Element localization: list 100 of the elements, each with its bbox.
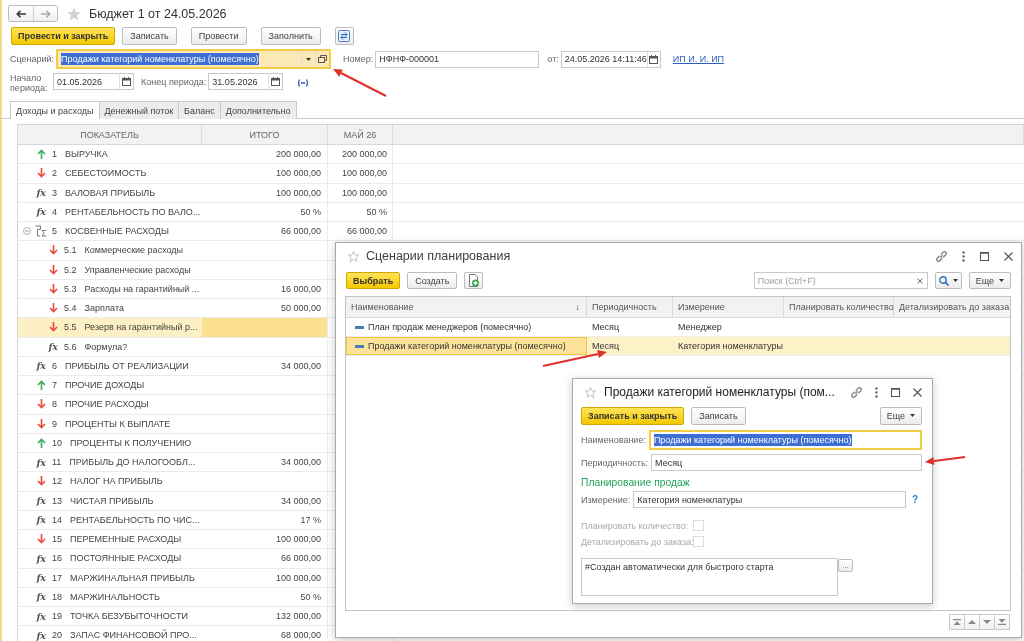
icon-button[interactable]	[334, 27, 354, 45]
date-field[interactable]: 24.05.2026 14:11:46	[560, 50, 661, 68]
table-cell: 34 000,00	[202, 356, 328, 375]
table-cell[interactable]: fx 11 ПРИБЫЛЬ ДО НАЛОГООБЛ...	[18, 453, 202, 472]
toolbar-button[interactable]: Создать	[407, 272, 458, 289]
table-cell[interactable]: fx 19 ТОЧКА БЕЗУБЫТОЧНОСТИ	[18, 607, 202, 626]
table-cell[interactable]: 5.5 Резерв на гарантийный р...	[18, 318, 202, 337]
table-cell[interactable]: 5.4 Зарплата	[18, 299, 202, 318]
column-header[interactable]: ПОКАЗАТЕЛЬ	[18, 125, 202, 144]
table-cell[interactable]: 12 НАЛОГ НА ПРИБЫЛЬ	[18, 472, 202, 491]
column-header[interactable]: Детализировать до заказа	[894, 297, 1016, 317]
star-icon[interactable]	[348, 250, 359, 262]
primary-button[interactable]: Выбрать	[346, 272, 401, 289]
author-link[interactable]: ИП И. И. ИП	[672, 54, 725, 64]
table-cell[interactable]: 9 ПРОЦЕНТЫ К ВЫПЛАТЕ	[18, 414, 202, 433]
table-cell[interactable]: 5 КОСВЕННЫЕ РАСХОДЫ	[18, 222, 202, 241]
column-header[interactable]: Наименование ↓	[346, 297, 587, 317]
table-cell[interactable]: fx 18 МАРЖИНАЛЬНОСТЬ	[18, 587, 202, 606]
maximize-icon[interactable]	[980, 251, 989, 261]
back-button[interactable]	[9, 6, 33, 21]
checkbox-label: Детализировать до заказа:	[581, 536, 691, 547]
row-number: 5.6	[64, 341, 77, 352]
number-field[interactable]: НФНФ-000001	[375, 50, 540, 68]
caret-down-icon[interactable]	[306, 57, 312, 61]
toolbar-button[interactable]: Провести	[190, 27, 247, 45]
date-field[interactable]: 01.05.2026	[53, 73, 134, 90]
table-cell[interactable]: 1 ВЫРУЧКА	[18, 145, 202, 164]
open-window-icon[interactable]	[318, 55, 328, 63]
comment-field[interactable]: #Создан автоматически для быстрого старта	[581, 558, 838, 596]
table-cell[interactable]: fx 14 РЕНТАБЕЛЬНОСТЬ ПО ЧИС...	[18, 510, 202, 529]
calendar-icon[interactable]	[271, 77, 281, 86]
calendar-icon[interactable]	[122, 77, 131, 86]
star-icon[interactable]	[67, 6, 81, 21]
table-cell[interactable]: 5.1 Коммерческие расходы	[18, 241, 202, 260]
text-field[interactable]: Категория номенклатуры	[633, 491, 906, 508]
more-icon[interactable]	[962, 250, 965, 262]
table-cell[interactable]: fx 3 ВАЛОВАЯ ПРИБЫЛЬ	[18, 183, 202, 202]
primary-button[interactable]: Провести и закрыть	[11, 27, 116, 45]
scroll-button[interactable]	[964, 614, 980, 630]
search-button[interactable]	[934, 272, 962, 289]
scroll-button[interactable]	[979, 614, 995, 630]
column-header[interactable]: ИТОГО	[202, 125, 328, 144]
tab[interactable]: Денежный поток	[98, 101, 180, 119]
table-cell[interactable]: 15 ПЕРЕМЕННЫЕ РАСХОДЫ	[18, 530, 202, 549]
formula-symbol: fx	[36, 611, 46, 621]
toolbar-button[interactable]: Записать	[122, 27, 177, 45]
table-cell[interactable]: 2 СЕБЕСТОИМОСТЬ	[18, 164, 202, 183]
search-field[interactable]: Поиск (Ctrl+F)	[753, 272, 928, 289]
table-cell[interactable]: 5.2 Управленческие расходы	[18, 260, 202, 279]
row-name: ПРОЧИЕ РАСХОДЫ	[65, 399, 149, 410]
table-cell[interactable]: fx 20 ЗАПАС ФИНАНСОВОЙ ПРО...	[18, 626, 202, 641]
table-row[interactable]: Продажи категорий номенклатуры (помесячно) Месяц Категория номенклатуры	[346, 337, 1010, 356]
search-input[interactable]: Поиск (Ctrl+F)	[754, 273, 917, 288]
table-cell[interactable]: fx 5.6 Формула?	[18, 337, 202, 356]
table-cell[interactable]: 10 ПРОЦЕНТЫ К ПОЛУЧЕНИЮ	[18, 433, 202, 452]
column-header[interactable]: Планировать количество	[784, 297, 894, 317]
table-cell[interactable]: fx 6 ПРИБЫЛЬ ОТ РЕАЛИЗАЦИИ	[18, 356, 202, 375]
icon-button[interactable]	[464, 272, 484, 289]
table-cell[interactable]: 7 ПРОЧИЕ ДОХОДЫ	[18, 376, 202, 395]
row-name: ПРИБЫЛЬ ОТ РЕАЛИЗАЦИИ	[65, 360, 189, 371]
ellipsis-button[interactable]: ...	[838, 559, 853, 572]
scroll-button[interactable]	[949, 614, 965, 630]
column-header[interactable]: Периодичность	[587, 297, 673, 317]
toolbar-button[interactable]: Записать	[691, 406, 746, 425]
table-cell[interactable]: 8 ПРОЧИЕ РАСХОДЫ	[18, 395, 202, 414]
item-name: План продаж менеджеров (помесячно)	[368, 322, 532, 332]
link-icon[interactable]	[936, 250, 947, 262]
formula-symbol: fx	[36, 515, 46, 525]
tab[interactable]: Доходы и расходы	[10, 101, 100, 119]
star-icon[interactable]	[585, 386, 596, 398]
table-cell[interactable]: fx 16 ПОСТОЯННЫЕ РАСХОДЫ	[18, 549, 202, 568]
clear-icon[interactable]	[916, 277, 923, 284]
bracketed-dots-icon[interactable]	[297, 79, 310, 87]
row-number: 3	[52, 187, 57, 198]
formula-symbol: fx	[36, 207, 46, 217]
column-header[interactable]: МАЙ 26	[328, 125, 393, 144]
toolbar-button[interactable]: Заполнить	[260, 27, 321, 45]
scenario-field[interactable]: Продажи категорий номенклатуры (помесячно)	[56, 49, 332, 69]
close-icon[interactable]	[913, 387, 922, 397]
column-header[interactable]: Измерение	[673, 297, 784, 317]
link-icon[interactable]	[851, 386, 862, 398]
close-icon[interactable]	[1004, 251, 1013, 261]
table-cell[interactable]: fx 17 МАРЖИНАЛЬНАЯ ПРИБЫЛЬ	[18, 568, 202, 587]
more-button[interactable]: Еще	[968, 272, 1011, 289]
more-button[interactable]: Еще	[879, 406, 922, 425]
scroll-button[interactable]	[994, 614, 1010, 630]
help-link[interactable]: ?	[911, 494, 918, 505]
text-field[interactable]: Продажи категорий номенклатуры (помесячно)	[648, 430, 922, 450]
calendar-icon[interactable]	[649, 54, 659, 64]
table-cell[interactable]: 5.3 Расходы на гарантийный ...	[18, 279, 202, 298]
table-cell[interactable]: fx 13 ЧИСТАЯ ПРИБЫЛЬ	[18, 491, 202, 510]
more-icon[interactable]	[875, 386, 878, 398]
primary-button[interactable]: Записать и закрыть	[581, 406, 685, 425]
tab[interactable]: Дополнительно	[219, 101, 297, 119]
tab[interactable]: Баланс	[178, 101, 221, 119]
table-cell: 50 %	[328, 202, 393, 221]
maximize-icon[interactable]	[891, 387, 900, 397]
text-field[interactable]: Месяц	[651, 454, 922, 471]
date-field[interactable]: 31.05.2026	[208, 73, 284, 90]
table-cell[interactable]: fx 4 РЕНТАБЕЛЬНОСТЬ ПО ВАЛО...	[18, 202, 202, 221]
